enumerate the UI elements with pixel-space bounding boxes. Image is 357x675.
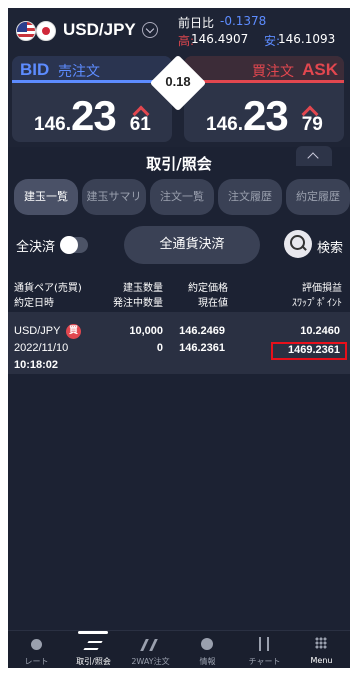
nav-chart-label: チャート bbox=[248, 657, 281, 666]
change-label: 前日比 bbox=[178, 16, 215, 30]
spread-indicator: 0.18 bbox=[149, 54, 207, 112]
table-header: 通貨ペア(売買) 約定日時 建玉数量 発注中数量 約定価格 現在値 評価損益 ｽ… bbox=[8, 278, 350, 312]
nav-rate-label: レート bbox=[24, 657, 49, 666]
col-exec-price-header: 約定価格 bbox=[188, 283, 228, 294]
chart-icon bbox=[259, 637, 269, 651]
nav-two-way-label: 2WAY注文 bbox=[131, 657, 170, 666]
ask-price-big: 23 bbox=[242, 92, 289, 139]
sell-order-label: 売注文 bbox=[58, 64, 100, 80]
currency-flags[interactable] bbox=[16, 21, 56, 41]
ask-price-head: 146. bbox=[206, 114, 243, 135]
col-pending-qty-header: 発注中数量 bbox=[113, 298, 163, 309]
search-icon[interactable] bbox=[284, 230, 312, 258]
chevron-down-icon[interactable] bbox=[142, 22, 158, 38]
table-row[interactable]: USD/JPY 買 2022/11/10 10:18:02 10,000 0 1… bbox=[8, 312, 350, 374]
settle-all-label: 全決済 bbox=[16, 240, 56, 255]
app-screen: USD/JPY 前日比 -0.1378 高: 146.4907 安: 146.1… bbox=[8, 8, 350, 668]
nav-rate[interactable]: レート bbox=[8, 631, 65, 668]
bid-price: 146.23 61 bbox=[34, 92, 151, 140]
col-current-price-header: 現在値 bbox=[198, 298, 228, 309]
row-current-price: 146.2361 bbox=[179, 342, 225, 354]
high-value: 146.4907 bbox=[191, 32, 249, 46]
nav-two-way[interactable]: 2WAY注文 bbox=[122, 631, 179, 668]
row-date: 2022/11/10 bbox=[14, 342, 69, 354]
spread-value: 0.18 bbox=[165, 74, 191, 89]
tab-positions[interactable]: 建玉一覧 bbox=[14, 179, 78, 215]
bid-sell-button[interactable]: BID 売注文 146.23 61 bbox=[12, 56, 172, 142]
col-qty-header: 建玉数量 bbox=[123, 283, 163, 294]
settle-all-toggle[interactable] bbox=[60, 236, 88, 254]
info-icon bbox=[201, 638, 213, 650]
ask-label: ASK bbox=[302, 60, 338, 79]
all-currency-settle-button[interactable]: 全通貨決済 bbox=[124, 226, 260, 264]
nav-trade[interactable]: 取引/照会 bbox=[65, 631, 122, 668]
trade-panel bbox=[8, 147, 350, 630]
rate-icon bbox=[31, 639, 42, 650]
trade-icon bbox=[83, 641, 103, 650]
search-label[interactable]: 検索 bbox=[317, 237, 343, 256]
tab-position-summary[interactable]: 建玉サマリ bbox=[82, 179, 146, 215]
buy-order-label: 買注文 bbox=[252, 64, 294, 80]
price-up-icon bbox=[302, 104, 316, 118]
row-pair: USD/JPY bbox=[14, 325, 61, 337]
bottom-nav: レート 取引/照会 2WAY注文 情報 チャート Menu bbox=[8, 630, 350, 668]
col-pl-header: 評価損益 bbox=[302, 283, 342, 294]
row-time: 10:18:02 bbox=[14, 359, 59, 371]
col-pair-header: 通貨ペア(売買) bbox=[14, 283, 82, 294]
jp-flag-icon bbox=[36, 21, 56, 41]
nav-menu[interactable]: Menu bbox=[293, 631, 350, 668]
buy-badge: 買 bbox=[66, 324, 81, 339]
ask-price: 146.23 79 bbox=[206, 92, 323, 140]
tab-execution-history[interactable]: 約定履歴 bbox=[286, 179, 350, 215]
col-exec-time-header: 約定日時 bbox=[14, 298, 54, 309]
nav-trade-label: 取引/照会 bbox=[76, 657, 111, 666]
currency-pair-title[interactable]: USD/JPY bbox=[63, 20, 136, 40]
nav-menu-label: Menu bbox=[310, 656, 333, 665]
nav-chart[interactable]: チャート bbox=[236, 631, 293, 668]
row-swap: 1469.2361 bbox=[288, 344, 340, 356]
change-value: -0.1378 bbox=[220, 14, 267, 28]
tab-order-history[interactable]: 注文履歴 bbox=[218, 179, 282, 215]
header: USD/JPY 前日比 -0.1378 高: 146.4907 安: 146.1… bbox=[8, 8, 350, 56]
bid-label: BID bbox=[20, 60, 50, 79]
bid-price-big: 23 bbox=[70, 92, 117, 139]
row-pl: 10.2460 bbox=[300, 325, 340, 337]
row-exec-price: 146.2469 bbox=[179, 325, 225, 337]
nav-info-label: 情報 bbox=[199, 657, 216, 666]
row-pending-qty: 0 bbox=[156, 342, 163, 354]
ask-buy-button[interactable]: 買注文 ASK 146.23 79 bbox=[184, 56, 344, 142]
us-flag-icon bbox=[16, 21, 36, 41]
nav-info[interactable]: 情報 bbox=[179, 631, 236, 668]
price-up-icon bbox=[133, 104, 147, 118]
low-value: 146.1093 bbox=[278, 32, 336, 46]
row-qty: 10,000 bbox=[129, 325, 163, 337]
bid-price-head: 146. bbox=[34, 114, 71, 135]
tab-bar: 建玉一覧 建玉サマリ 注文一覧 注文履歴 約定履歴 bbox=[14, 179, 350, 215]
col-swap-header: ｽﾜｯﾌﾟﾎﾟｲﾝﾄ bbox=[292, 298, 342, 309]
tab-orders[interactable]: 注文一覧 bbox=[150, 179, 214, 215]
panel-title: 取引/照会 bbox=[146, 155, 212, 173]
menu-icon bbox=[315, 637, 327, 649]
two-way-icon bbox=[140, 639, 158, 651]
